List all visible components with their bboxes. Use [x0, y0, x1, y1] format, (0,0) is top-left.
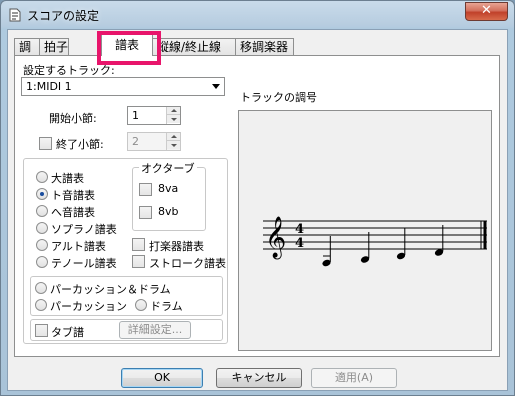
- staff-type-group: 大譜表 ト音譜表 へ音譜表 ソプラノ譜表 アルト譜表 テノール譜表 オクターブ …: [23, 158, 228, 344]
- spin-down-icon[interactable]: [167, 141, 180, 149]
- staff-preview-canvas: 𝄞 4 4: [263, 216, 487, 267]
- preview-label: トラックの調号: [240, 91, 317, 104]
- radio-grand-staff[interactable]: [36, 171, 48, 183]
- radio-bass-staff[interactable]: [36, 205, 48, 217]
- close-button[interactable]: ✕: [465, 2, 508, 21]
- track-label: 設定するトラック:: [23, 64, 115, 77]
- percussion-staff-label: 打楽器譜表: [149, 240, 204, 253]
- title-bar: スコアの設定 ✕: [1, 1, 514, 29]
- radio-soprano-staff[interactable]: [36, 222, 48, 234]
- checkbox-stroke-staff[interactable]: [132, 255, 145, 268]
- checkbox-tab-staff[interactable]: [35, 324, 48, 337]
- tab-time-signature[interactable]: 拍子: [39, 38, 69, 56]
- window-title: スコアの設定: [27, 9, 100, 23]
- checkbox-percussion-staff[interactable]: [132, 238, 145, 251]
- spin-up-icon[interactable]: [167, 107, 180, 115]
- spin-down-icon[interactable]: [167, 115, 180, 123]
- score-settings-window: スコアの設定 ✕ 調 拍子 譜表 縦線/終止線 移調楽器 設定するトラック: 1…: [0, 0, 515, 396]
- ok-button[interactable]: OK: [121, 368, 203, 388]
- start-measure-label: 開始小節:: [49, 112, 97, 125]
- radio-tenor-staff[interactable]: [36, 256, 48, 268]
- soprano-staff-label: ソプラノ譜表: [51, 223, 117, 236]
- track-select[interactable]: 1:MIDI 1: [21, 77, 225, 96]
- drums-label: ドラム: [150, 300, 183, 313]
- tab-staff-group: タブ譜 詳細設定...: [30, 319, 223, 341]
- octave-group: オクターブ 8va 8vb: [132, 160, 206, 231]
- radio-percussion-drums[interactable]: [35, 282, 47, 294]
- alto-staff-label: アルト譜表: [51, 240, 106, 253]
- bass-staff-label: へ音譜表: [51, 206, 95, 219]
- time-sig-denominator-icon: 4: [295, 236, 304, 251]
- note-2-icon: [360, 232, 370, 263]
- percussion-label: パーカッション: [50, 300, 127, 313]
- percussion-drums-label: パーカッション＆ドラム: [50, 283, 171, 296]
- octave-title: オクターブ: [139, 160, 197, 176]
- checkbox-8vb[interactable]: [139, 206, 152, 219]
- spin-up-icon[interactable]: [167, 133, 180, 141]
- note-3-icon: [396, 228, 406, 260]
- radio-percussion[interactable]: [35, 299, 47, 311]
- tenor-staff-label: テノール譜表: [51, 257, 117, 270]
- percussion-group: パーカッション＆ドラム パーカッション ドラム: [30, 276, 223, 316]
- tab-key[interactable]: 調: [14, 38, 40, 56]
- end-measure-checkbox[interactable]: [39, 137, 52, 150]
- staff-preview: 𝄞 4 4: [238, 110, 492, 351]
- label-8va: 8va: [158, 182, 179, 195]
- tab-staff-label: タブ譜: [51, 326, 84, 339]
- end-measure-value: 2: [132, 135, 139, 148]
- staff-tab-panel: 設定するトラック: 1:MIDI 1 開始小節: 1 終了小節: 2 大譜表 ト…: [14, 55, 500, 357]
- end-measure-spinner[interactable]: 2: [127, 132, 181, 151]
- details-button[interactable]: 詳細設定...: [119, 321, 191, 339]
- radio-treble-staff[interactable]: [36, 188, 48, 200]
- tab-barlines[interactable]: 縦線/終止線: [152, 38, 236, 56]
- start-measure-spinner[interactable]: 1: [127, 106, 181, 125]
- note-4-icon: [434, 225, 444, 256]
- cancel-button[interactable]: キャンセル: [216, 368, 302, 388]
- grand-staff-label: 大譜表: [51, 172, 84, 185]
- dialog-body: 調 拍子 譜表 縦線/終止線 移調楽器 設定するトラック: 1:MIDI 1 開…: [7, 29, 508, 391]
- app-icon: [9, 8, 21, 22]
- apply-button[interactable]: 適用(A): [311, 368, 397, 388]
- label-8vb: 8vb: [158, 205, 179, 218]
- tab-staff[interactable]: 譜表: [101, 34, 153, 56]
- track-select-value: 1:MIDI 1: [26, 80, 72, 93]
- end-measure-label: 終了小節:: [56, 138, 104, 151]
- dropdown-arrow-icon: [212, 84, 220, 89]
- tab-transposing-instrument[interactable]: 移調楽器: [235, 38, 294, 56]
- radio-alto-staff[interactable]: [36, 239, 48, 251]
- note-1-icon: [322, 236, 331, 267]
- radio-drums[interactable]: [135, 299, 147, 311]
- checkbox-8va[interactable]: [139, 183, 152, 196]
- start-measure-value: 1: [132, 109, 139, 122]
- treble-staff-label: ト音譜表: [51, 189, 95, 202]
- time-sig-numerator-icon: 4: [295, 222, 304, 237]
- treble-clef-icon: 𝄞: [265, 216, 286, 259]
- stroke-staff-label: ストローク譜表: [149, 257, 226, 270]
